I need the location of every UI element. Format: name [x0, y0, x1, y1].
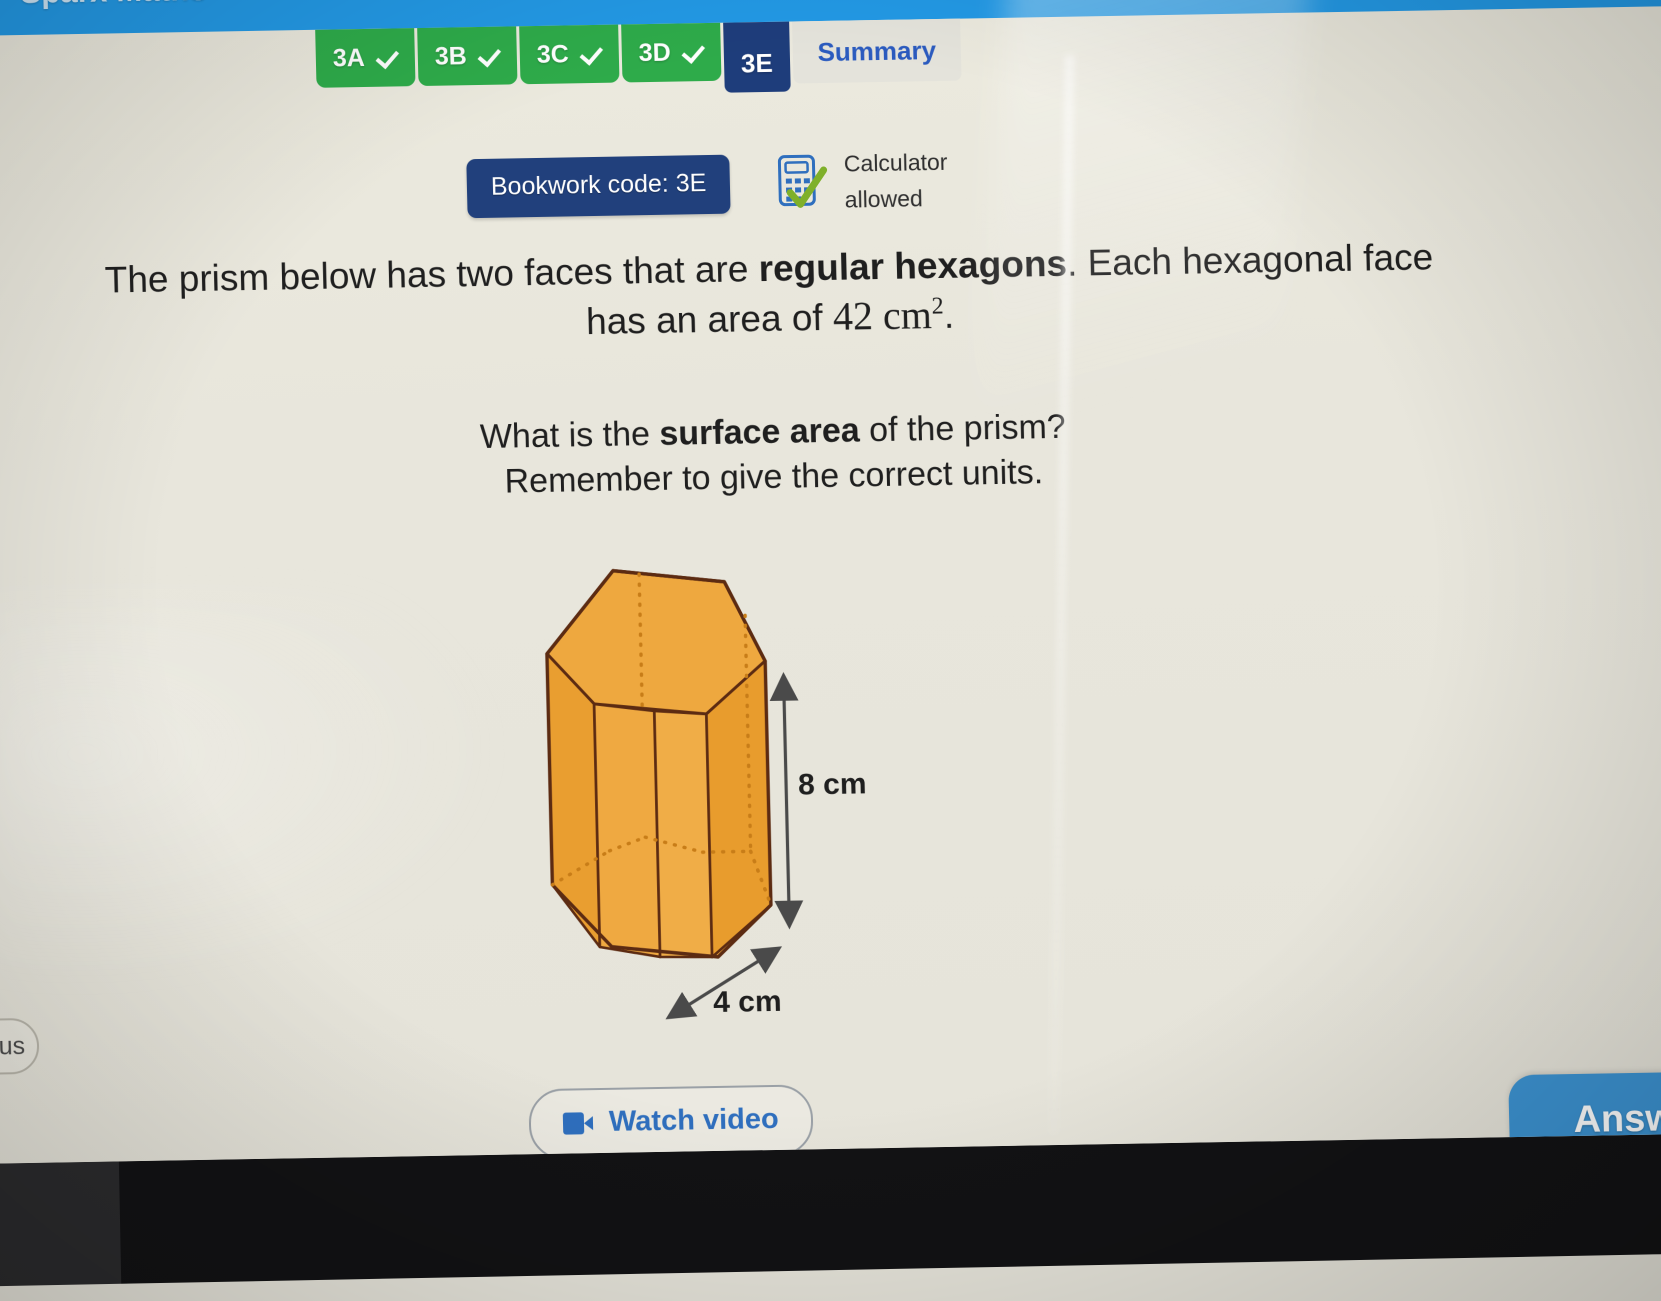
question-line1-part1: The prism below has two faces that are	[104, 248, 760, 301]
calculator-allowed-icon	[778, 154, 829, 213]
tab-3d[interactable]: 3D	[621, 22, 722, 83]
tab-3a-label: 3A	[332, 43, 366, 73]
question-line4: Remember to give the correct units.	[504, 453, 1044, 501]
height-label: 8 cm	[797, 767, 867, 802]
height-dimension-arrow	[769, 671, 804, 930]
question-line1-part3: . Each hexagonal face	[1066, 236, 1434, 284]
calculator-line-1: Calculator	[843, 148, 948, 177]
check-icon	[581, 44, 601, 64]
base-label: 4 cm	[712, 984, 782, 1020]
question-area-exponent: 2	[931, 293, 944, 321]
bookwork-row: Bookwork code: 3E Calculator allowed	[466, 145, 949, 225]
hexagonal-prism-figure: 8 cm 4 cm	[480, 543, 921, 1030]
app-logo[interactable]: Sparx Maths	[20, 0, 207, 11]
previous-button-label: us	[0, 1031, 26, 1060]
question-line2-part1: has an area of	[585, 297, 834, 343]
tab-3e[interactable]: 3E	[722, 21, 791, 93]
tab-summary-label: Summary	[817, 34, 937, 67]
question-area-value: 42	[832, 293, 874, 340]
tab-3c-label: 3C	[536, 39, 570, 69]
calculator-allowed-text: Calculator allowed	[843, 145, 948, 218]
photographed-screen: Sparx Maths 18,547 XP Pak Jun Wah M 3A 3…	[0, 0, 1661, 1301]
tab-3d-label: 3D	[638, 38, 672, 67]
question-area-unit: cm	[882, 292, 933, 339]
video-camera-icon	[562, 1111, 594, 1135]
tab-summary[interactable]: Summary	[791, 18, 962, 84]
check-icon	[378, 47, 398, 67]
watch-video-label: Watch video	[608, 1102, 780, 1138]
prism-body	[545, 569, 773, 959]
check-icon	[480, 46, 500, 66]
calculator-allowed-group: Calculator allowed	[777, 145, 948, 219]
question-line3-part3: of the prism?	[859, 407, 1067, 450]
bookwork-code-badge: Bookwork code: 3E	[466, 154, 732, 219]
question-line1-bold: regular hexagons	[758, 242, 1068, 290]
watch-video-button[interactable]: Watch video	[528, 1084, 814, 1161]
question-line3-part1: What is the	[479, 414, 660, 457]
check-icon	[683, 42, 703, 62]
tab-3a[interactable]: 3A	[315, 28, 416, 88]
screen-content: Sparx Maths 18,547 XP Pak Jun Wah M 3A 3…	[0, 0, 1661, 1164]
tab-3c[interactable]: 3C	[519, 24, 620, 85]
tab-3e-label: 3E	[740, 47, 774, 79]
question-line2-end: .	[943, 295, 955, 337]
tab-3b-label: 3B	[434, 41, 468, 71]
question-line3-bold: surface area	[658, 411, 861, 453]
task-tab-strip: 3A 3B 3C 3D 3E Summary	[315, 18, 965, 98]
calculator-line-2: allowed	[844, 184, 924, 213]
tab-3b[interactable]: 3B	[417, 26, 518, 87]
